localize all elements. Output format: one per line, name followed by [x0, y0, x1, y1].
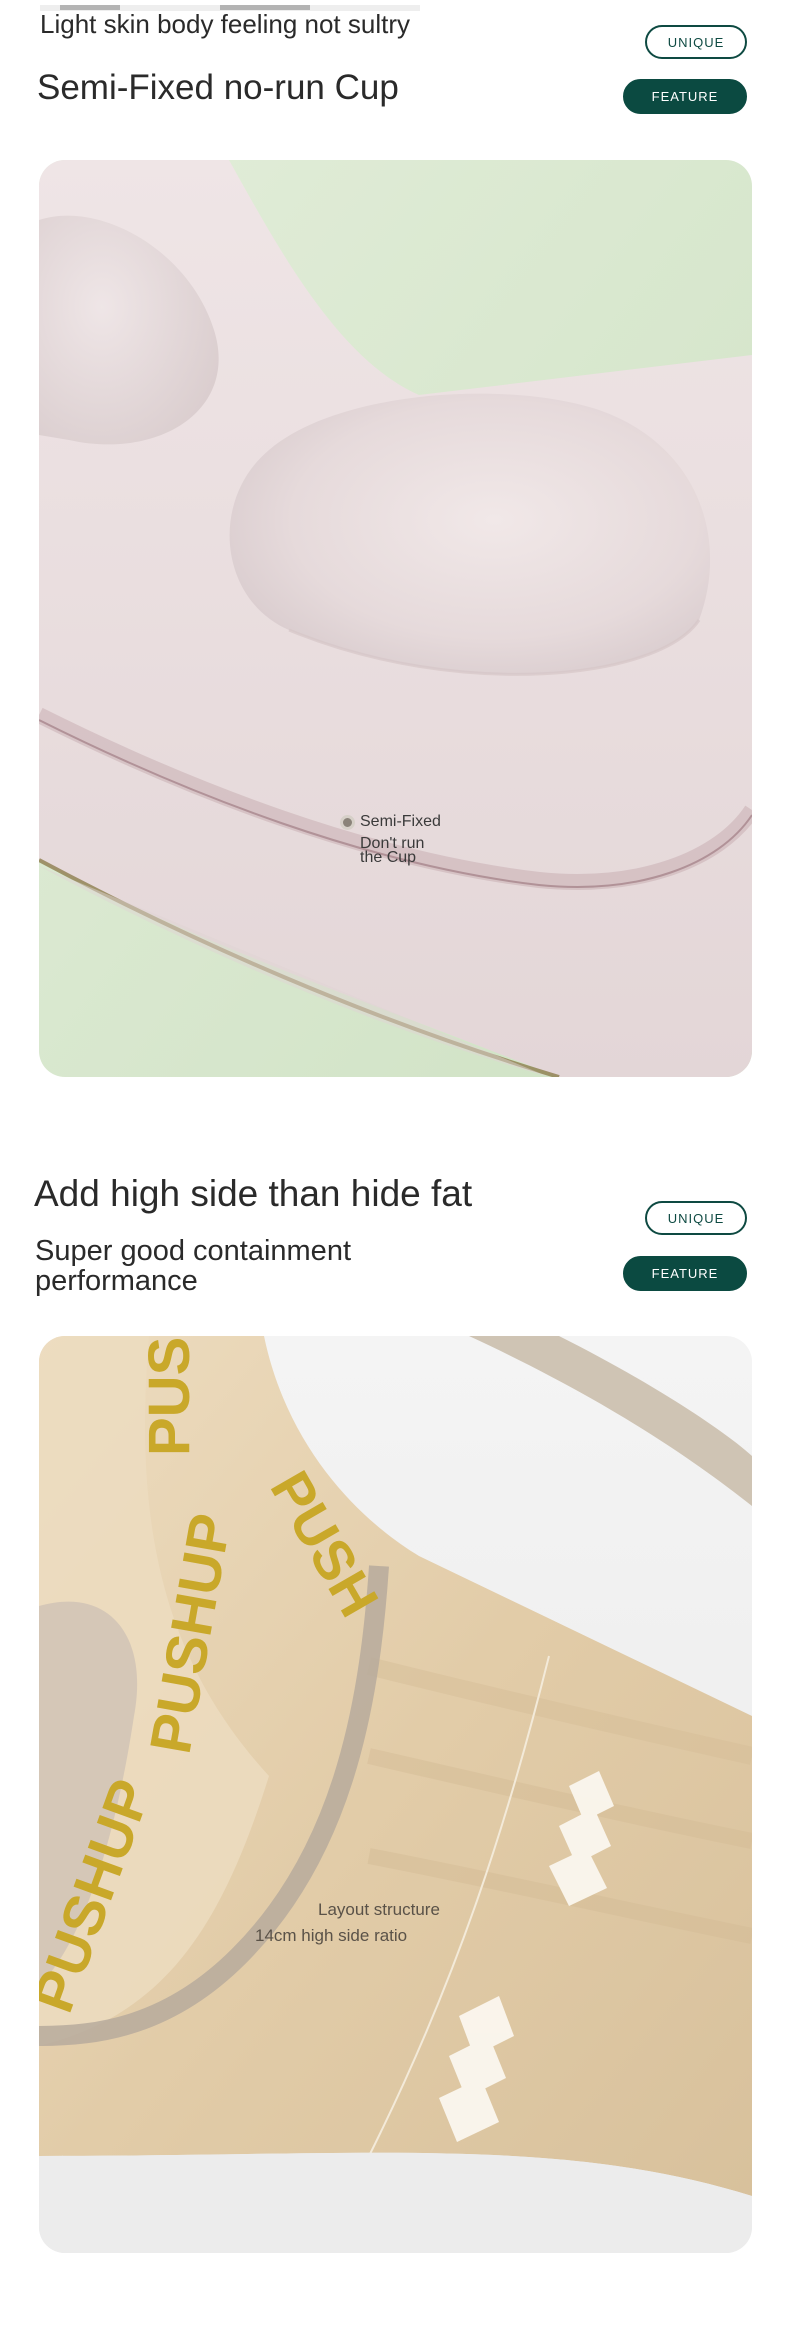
callout-layout-structure: Layout structure — [318, 1900, 440, 1919]
section2-subtitle-line1: Super good containment — [35, 1235, 351, 1267]
callout-high-side-ratio: 14cm high side ratio — [255, 1926, 408, 1945]
feature-badge: FEATURE — [623, 79, 747, 114]
feature-badge: FEATURE — [623, 1256, 747, 1291]
section2-subtitle-line2: performance — [35, 1265, 198, 1297]
unique-badge: UNIQUE — [645, 1201, 747, 1235]
bra-cup-closeup-photo: Semi-Fixed Don't run the Cup — [39, 160, 752, 1077]
callout-the-cup: the Cup — [360, 849, 417, 866]
callout-semi-fixed: Semi-Fixed — [360, 813, 441, 830]
callout-dot-icon — [340, 815, 355, 830]
band-text-top: PUSHUP — [137, 1336, 202, 1456]
bra-side-band-closeup-photo: PUSHUP PUSH PUSHUP PUSHUP Layout structu… — [39, 1336, 752, 2253]
unique-badge: UNIQUE — [645, 25, 747, 59]
previous-image-edge — [40, 0, 420, 11]
section1-title: Semi-Fixed no-run Cup — [37, 68, 399, 107]
section2-title: Add high side than hide fat — [34, 1173, 473, 1214]
section1-subtitle: Light skin body feeling not sultry — [40, 9, 410, 39]
